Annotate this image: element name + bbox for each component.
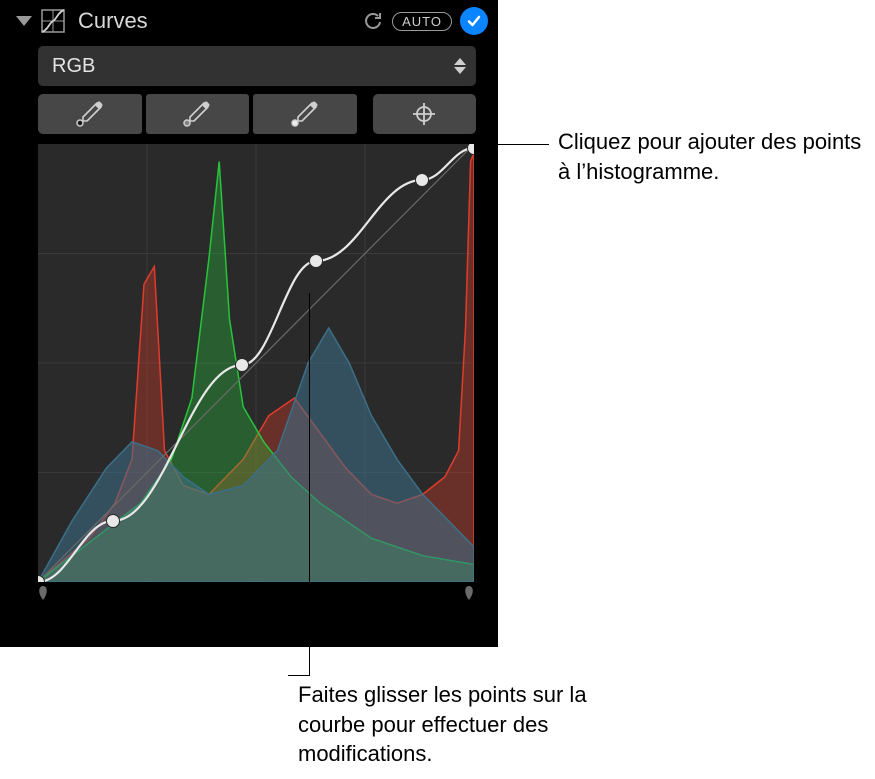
callout-leader-line	[309, 293, 310, 675]
callout-leader-line	[477, 144, 549, 145]
eyedropper-black-button[interactable]	[38, 94, 142, 134]
select-stepper-icon	[454, 58, 466, 74]
callout-leader-line	[288, 675, 310, 676]
eyedropper-icon	[75, 101, 105, 127]
auto-button[interactable]: AUTO	[392, 12, 452, 31]
panel-header: Curves AUTO	[0, 0, 498, 42]
curves-tool-icon[interactable]	[40, 8, 66, 34]
chevron-up-icon	[454, 58, 466, 65]
channel-select[interactable]: RGB	[38, 46, 476, 86]
panel-body: RGB	[0, 42, 498, 582]
graph-svg	[38, 144, 474, 582]
panel-title: Curves	[78, 8, 354, 34]
target-add-icon	[411, 101, 437, 127]
white-point-marker-icon[interactable]	[460, 584, 478, 602]
disclosure-triangle-icon[interactable]	[16, 16, 32, 26]
channel-select-value: RGB	[52, 55, 95, 78]
curves-panel: Curves AUTO RGB	[0, 0, 498, 647]
eyedropper-toolbar	[38, 94, 476, 134]
eyedropper-gray-button[interactable]	[146, 94, 250, 134]
eyedropper-icon	[290, 101, 320, 127]
callout-add-points: Cliquez pour ajouter des points à l’hist…	[558, 127, 875, 186]
reset-icon[interactable]	[362, 10, 384, 32]
enabled-checkmark-icon[interactable]	[460, 7, 488, 35]
chevron-down-icon	[454, 67, 466, 74]
eyedropper-white-button[interactable]	[253, 94, 357, 134]
black-point-marker-icon[interactable]	[34, 584, 52, 602]
callout-drag-points: Faites glisser les points sur la courbe …	[298, 680, 618, 769]
eyedropper-icon	[182, 101, 212, 127]
add-point-button[interactable]	[373, 94, 477, 134]
curves-graph[interactable]	[38, 144, 474, 582]
